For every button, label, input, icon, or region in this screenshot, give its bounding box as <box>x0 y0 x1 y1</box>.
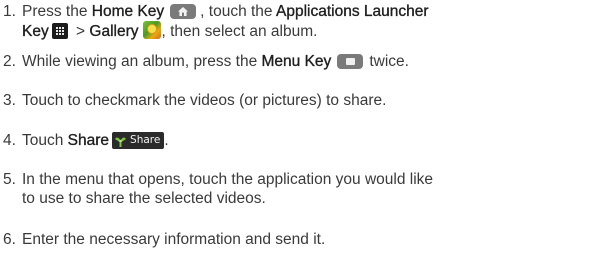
menu-key-label: Menu Key <box>261 53 332 70</box>
step-text: Enter the necessary information and send… <box>22 230 587 249</box>
step-number: 5. <box>3 171 16 188</box>
step-line: While viewing an album, press the Menu K… <box>22 52 587 71</box>
step-line: to use to share the selected videos. <box>22 189 587 208</box>
step-number: 3. <box>3 92 16 109</box>
text-fragment: Enter the necessary information and send… <box>22 231 326 248</box>
applications-launcher-label: Applications Launcher <box>276 3 429 20</box>
gallery-label: Gallery <box>89 23 139 40</box>
step-2: 2. While viewing an album, press the Men… <box>3 52 587 71</box>
step-text: Touch to checkmark the videos (or pictur… <box>22 91 587 110</box>
menu-key-icon <box>337 54 364 69</box>
share-icon <box>114 134 127 147</box>
text-fragment: . <box>164 132 169 149</box>
step-line: Touch to checkmark the videos (or pictur… <box>22 91 587 110</box>
step-text: While viewing an album, press the Menu K… <box>22 52 587 71</box>
step-line: In the menu that opens, touch the applic… <box>22 170 587 189</box>
step-number: 4. <box>3 132 16 149</box>
home-key-label: Home Key <box>91 3 165 20</box>
text-fragment: Touch to checkmark the videos (or pictur… <box>22 92 387 109</box>
text-fragment: While viewing an album, press the <box>22 53 262 70</box>
text-fragment: Touch <box>22 132 68 149</box>
text-fragment: Press the <box>22 3 92 20</box>
share-label: Share <box>67 132 110 149</box>
step-text: Touch Share Share. <box>22 131 587 150</box>
step-6: 6. Enter the necessary information and s… <box>3 230 587 249</box>
share-button-image: Share <box>112 132 165 149</box>
step-line: Key > Gallery , then select an album. <box>22 21 587 41</box>
step-3: 3. Touch to checkmark the videos (or pic… <box>3 91 587 110</box>
text-fragment: to use to share the selected videos. <box>22 190 266 207</box>
home-key-icon <box>170 4 197 19</box>
text-fragment: , touch the <box>200 3 276 20</box>
step-line: Enter the necessary information and send… <box>22 230 587 249</box>
step-number: 1. <box>3 3 16 20</box>
step-number: 2. <box>3 53 16 70</box>
step-number: 6. <box>3 231 16 248</box>
step-4: 4. Touch Share Share. <box>3 131 587 150</box>
step-5: 5. In the menu that opens, touch the app… <box>3 170 587 208</box>
step-1: 1. Press the Home Key , touch the Applica… <box>3 2 587 41</box>
text-fragment: , then select an album. <box>161 23 318 40</box>
step-text: Press the Home Key , touch the Applicatio… <box>22 2 587 41</box>
text-fragment: In the menu that opens, touch the applic… <box>22 171 434 188</box>
step-text: In the menu that opens, touch the applic… <box>22 170 587 208</box>
share-tag-text: Share <box>130 134 161 146</box>
gallery-app-icon <box>142 21 161 39</box>
applications-launcher-key-icon <box>51 23 68 39</box>
step-line: Touch Share Share. <box>22 131 587 150</box>
key-label: Key <box>22 23 49 40</box>
text-fragment: > <box>71 23 90 40</box>
step-line: Press the Home Key , touch the Applicatio… <box>22 2 587 21</box>
text-fragment: twice. <box>369 53 409 70</box>
